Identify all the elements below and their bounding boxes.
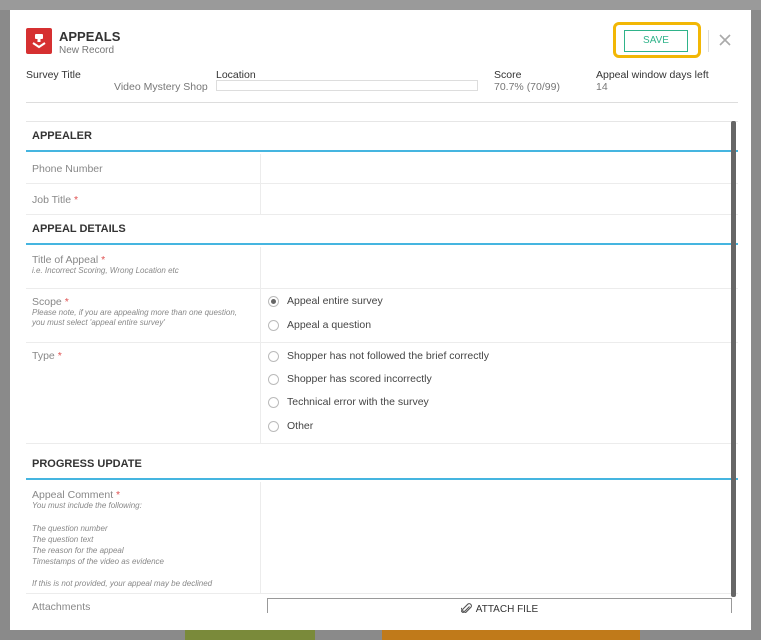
- radio-checked-icon[interactable]: [268, 295, 279, 307]
- modal-subtitle: New Record: [59, 45, 115, 56]
- attach-file-label: ATTACH FILE: [475, 603, 539, 614]
- radio-unchecked-icon[interactable]: [268, 319, 279, 331]
- appeal-comment-input[interactable]: [261, 482, 738, 593]
- score-value: 70.7% (70/99): [494, 81, 560, 93]
- type-option-label: Technical error with the survey: [287, 396, 429, 408]
- job-title-input[interactable]: [261, 184, 738, 214]
- type-row: Type * Shopper has not followed the brie…: [26, 343, 738, 444]
- phone-number-input[interactable]: [261, 154, 738, 183]
- appeal-title-input[interactable]: [261, 247, 738, 288]
- backdrop-bottom: [0, 630, 761, 640]
- scope-hint: Please note, if you are appealing more t…: [32, 308, 238, 327]
- appeals-app-icon: [26, 28, 52, 54]
- attachments-row: Attachments ATTACH FILE: [26, 594, 738, 613]
- content-scrollbar[interactable]: [731, 121, 736, 597]
- type-option-label: Other: [287, 420, 314, 432]
- backdrop-top: [0, 0, 761, 10]
- radio-unchecked-icon[interactable]: [268, 420, 279, 432]
- radio-unchecked-icon[interactable]: [268, 396, 279, 408]
- attachments-label: Attachments: [32, 601, 91, 613]
- type-option-other[interactable]: Other: [268, 420, 313, 432]
- modal-title: APPEALS: [59, 29, 121, 44]
- scope-option-label: Appeal entire survey: [287, 295, 383, 307]
- backdrop-orange-shape: [382, 630, 640, 640]
- job-title-label: Job Title *: [32, 194, 79, 206]
- scope-option-entire-survey[interactable]: Appeal entire survey: [268, 295, 383, 307]
- attach-file-button[interactable]: ATTACH FILE: [267, 598, 732, 613]
- type-option-scored[interactable]: Shopper has scored incorrectly: [268, 373, 432, 385]
- scope-option-label: Appeal a question: [287, 319, 372, 331]
- scope-row: Scope * Please note, if you are appealin…: [26, 289, 738, 343]
- scope-label: Scope *: [32, 296, 69, 308]
- location-value: [216, 80, 478, 91]
- type-option-technical[interactable]: Technical error with the survey: [268, 396, 429, 408]
- type-option-label: Shopper has scored incorrectly: [287, 373, 432, 385]
- appeal-comment-row: Appeal Comment * You must include the fo…: [26, 482, 738, 594]
- comment-hint-footer: If this is not provided, your appeal may…: [32, 579, 213, 588]
- row-divider: [260, 289, 261, 342]
- score-label: Score: [494, 69, 522, 81]
- close-icon[interactable]: [716, 31, 734, 49]
- type-option-brief[interactable]: Shopper has not followed the brief corre…: [268, 350, 489, 362]
- phone-number-label: Phone Number: [32, 163, 103, 175]
- appeal-comment-label: Appeal Comment *: [32, 489, 121, 501]
- comment-hint-intro: You must include the following:: [32, 501, 142, 510]
- section-appealer: APPEALER: [26, 122, 738, 152]
- phone-number-row: Phone Number: [26, 154, 738, 184]
- row-divider: [260, 343, 261, 443]
- save-button[interactable]: SAVE: [624, 30, 688, 52]
- appeal-modal: APPEALS New Record SAVE Survey Title Vid…: [10, 10, 751, 630]
- type-option-label: Shopper has not followed the brief corre…: [287, 350, 489, 362]
- survey-title-value: Video Mystery Shop: [114, 81, 208, 93]
- comment-hint-item: The question number: [32, 524, 108, 533]
- appeal-title-row: Title of Appeal * i.e. Incorrect Scoring…: [26, 247, 738, 289]
- appeal-title-label: Title of Appeal *: [32, 254, 106, 266]
- survey-title-label: Survey Title: [26, 69, 81, 81]
- appeal-title-hint: i.e. Incorrect Scoring, Wrong Location e…: [32, 266, 179, 275]
- save-button-highlight: SAVE: [613, 22, 701, 58]
- section-progress-update: PROGRESS UPDATE: [26, 450, 738, 480]
- backdrop-green-shape: [185, 630, 315, 640]
- appeal-window-value: 14: [596, 81, 608, 93]
- appeal-window-label: Appeal window days left: [596, 69, 709, 81]
- job-title-row: Job Title *: [26, 184, 738, 215]
- paperclip-icon: [460, 603, 472, 613]
- comment-hint-item: The question text: [32, 535, 94, 544]
- radio-unchecked-icon[interactable]: [268, 350, 279, 362]
- type-label: Type *: [32, 350, 62, 362]
- comment-hint-item: The reason for the appeal: [32, 546, 124, 555]
- section-appeal-details: APPEAL DETAILS: [26, 215, 738, 245]
- header-separator: [708, 30, 709, 52]
- form-content: APPEALER Phone Number Job Title * APPEAL…: [26, 121, 738, 613]
- modal-header: APPEALS New Record SAVE Survey Title Vid…: [10, 10, 751, 106]
- comment-hint-item: Timestamps of the video as evidence: [32, 557, 164, 566]
- header-divider: [26, 102, 738, 103]
- scope-option-question[interactable]: Appeal a question: [268, 319, 371, 331]
- radio-unchecked-icon[interactable]: [268, 373, 279, 385]
